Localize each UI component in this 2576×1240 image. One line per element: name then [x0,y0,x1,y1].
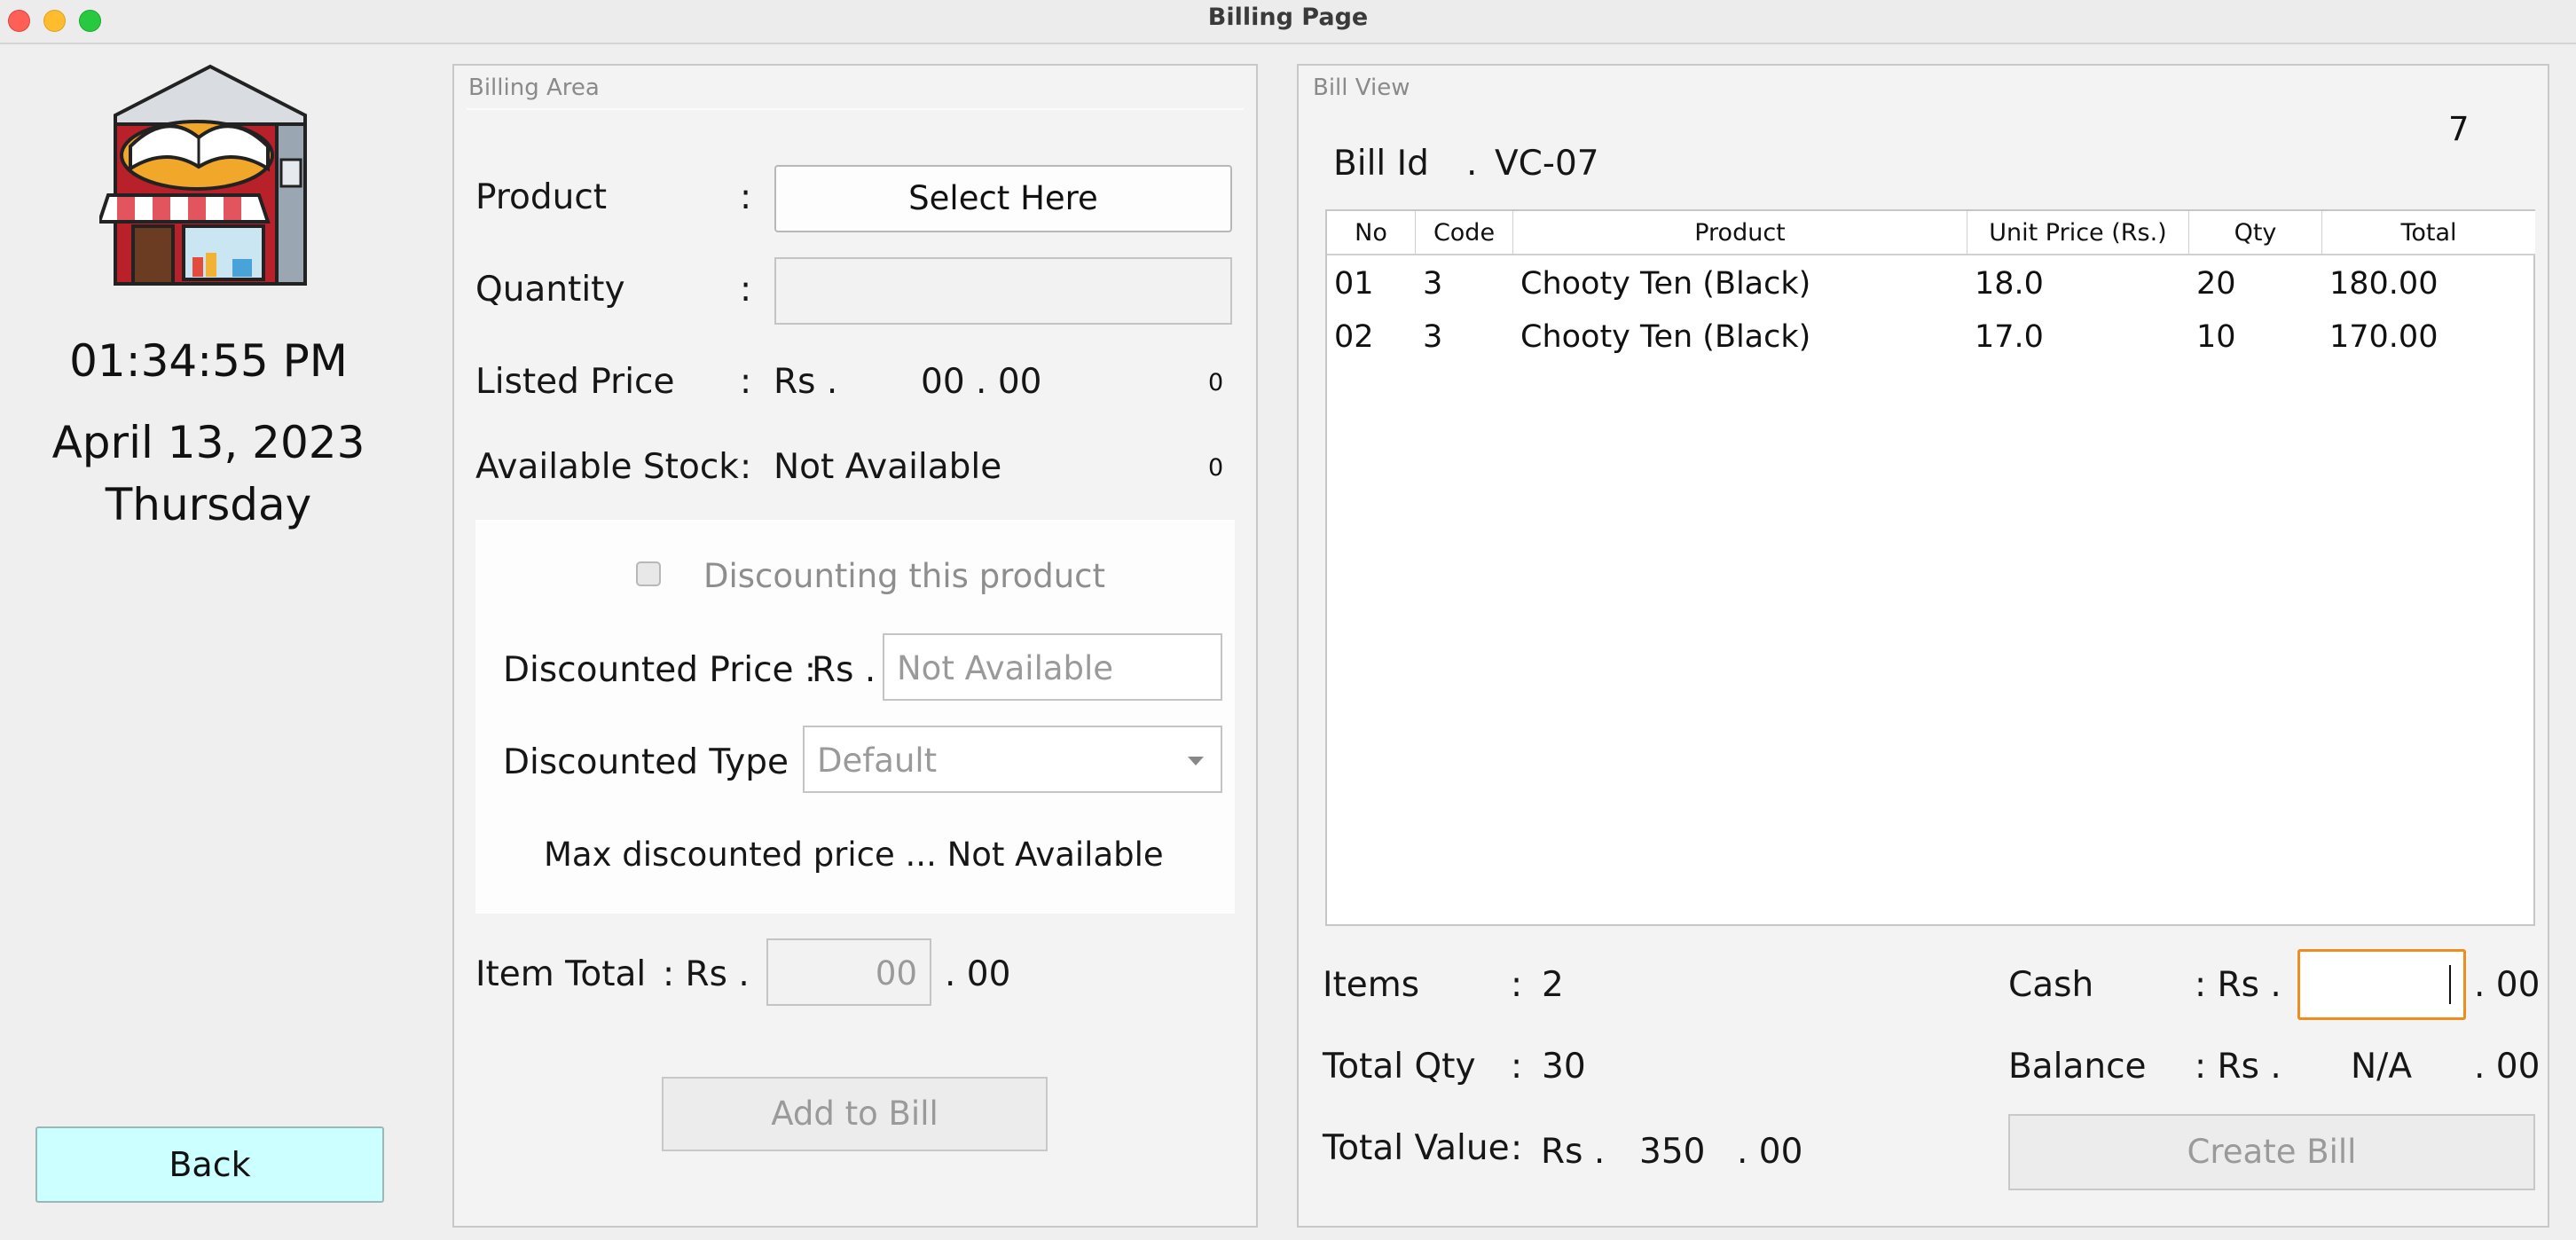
item-total-label: Item Total [475,954,647,994]
window-title: Billing Page [1207,4,1369,31]
cell-unit-price: 18.0 [1975,266,2044,302]
select-product-button[interactable]: Select Here [774,165,1232,232]
column-header-qty[interactable]: Qty [2189,211,2322,255]
balance-decimals: . 00 [2474,1047,2541,1087]
total-qty-label: Total Qty [1323,1047,1476,1087]
cell-code: 3 [1423,266,1443,302]
clock-date: April 13, 2023 [51,417,365,468]
listed-price-value: 00 . 00 [921,362,1042,402]
balance-currency: : Rs . [2195,1047,2281,1087]
bill-items-table[interactable]: No Code Product Unit Price (Rs.) Qty Tot… [1325,209,2535,926]
cell-total: 170.00 [2329,319,2439,355]
cash-currency: : Rs . [2195,965,2281,1005]
available-stock-label: Available Stock [475,447,739,487]
max-discount-text: Max discounted price ... Not Available [544,836,1164,874]
cell-unit-price: 17.0 [1975,319,2044,355]
colon: : [1511,965,1523,1005]
bill-counter: 7 [2448,110,2470,148]
bill-id-label: Bill Id [1333,144,1429,184]
colon: : [740,447,752,487]
chevron-down-icon [1188,757,1204,765]
cell-no: 01 [1334,266,1374,302]
column-header-code[interactable]: Code [1416,211,1513,255]
column-header-total[interactable]: Total [2322,211,2535,255]
cell-no: 02 [1334,319,1374,355]
colon: : [740,362,752,402]
total-value-currency: Rs . [1541,1132,1606,1172]
clock-weekday: Thursday [105,479,312,530]
total-value-decimals: . 00 [1737,1132,1803,1172]
add-to-bill-button[interactable]: Add to Bill [662,1077,1048,1151]
discounted-price-input[interactable]: Not Available [883,633,1222,701]
billing-area-legend: Billing Area [468,75,600,101]
colon: : [740,177,752,217]
column-header-no[interactable]: No [1327,211,1416,255]
cell-qty: 10 [2196,319,2236,355]
available-stock-count: 0 [1208,454,1224,482]
cell-qty: 20 [2196,266,2236,302]
discount-checkbox-label: Discounting this product [703,557,1105,595]
cash-input[interactable] [2297,949,2466,1020]
total-value-label: Total Value [1323,1128,1510,1168]
total-value-value: 350 [1639,1132,1706,1172]
bill-id-value: VC-07 [1495,144,1599,184]
discounted-price-currency: Rs . [812,650,876,690]
cell-product: Chooty Ten (Black) [1520,266,1811,302]
discounted-type-select[interactable]: Default [803,726,1222,793]
create-bill-button[interactable]: Create Bill [2008,1114,2535,1190]
total-qty-value: 30 [1542,1047,1586,1087]
discounted-type-value: Default [817,742,938,780]
item-total-input: 00 [766,938,931,1006]
items-label: Items [1323,965,1420,1005]
colon: : [1511,1047,1523,1087]
cell-code: 3 [1423,319,1443,355]
available-stock-value: Not Available [774,447,1002,487]
balance-value: N/A [2351,1047,2412,1087]
item-total-decimals: . 00 [945,954,1011,994]
table-row[interactable]: 02 3 Chooty Ten (Black) 17.0 10 170.00 [1327,310,2533,364]
bill-id-separator: . [1466,144,1478,184]
quantity-input[interactable] [774,257,1232,325]
quantity-label: Quantity [475,270,625,310]
clock-time: 01:34:55 PM [69,335,348,387]
back-button[interactable]: Back [35,1126,384,1203]
text-caret [2449,965,2451,1004]
discount-checkbox[interactable] [636,561,661,586]
colon: : [1511,1128,1523,1168]
title-bar: Billing Page [0,0,2576,44]
product-label: Product [475,177,608,217]
listed-price-currency: Rs . [774,362,838,402]
items-value: 2 [1542,965,1564,1005]
discounted-type-label: Discounted Type : [503,742,812,782]
cash-label: Cash [2008,965,2094,1005]
bookstore-shop-icon [97,62,321,293]
column-header-unit-price[interactable]: Unit Price (Rs.) [1967,211,2189,255]
column-header-product[interactable]: Product [1513,211,1967,255]
cell-product: Chooty Ten (Black) [1520,319,1811,355]
cash-decimals: . 00 [2474,965,2541,1005]
item-total-currency: : Rs . [663,954,750,994]
table-row[interactable]: 01 3 Chooty Ten (Black) 18.0 20 180.00 [1327,257,2533,310]
balance-label: Balance [2008,1047,2147,1087]
colon: : [740,270,752,310]
cell-total: 180.00 [2329,266,2439,302]
listed-price-count: 0 [1208,369,1224,396]
bill-view-legend: Bill View [1313,75,1410,101]
listed-price-label: Listed Price [475,362,675,402]
discounted-price-label: Discounted Price : [503,650,817,690]
